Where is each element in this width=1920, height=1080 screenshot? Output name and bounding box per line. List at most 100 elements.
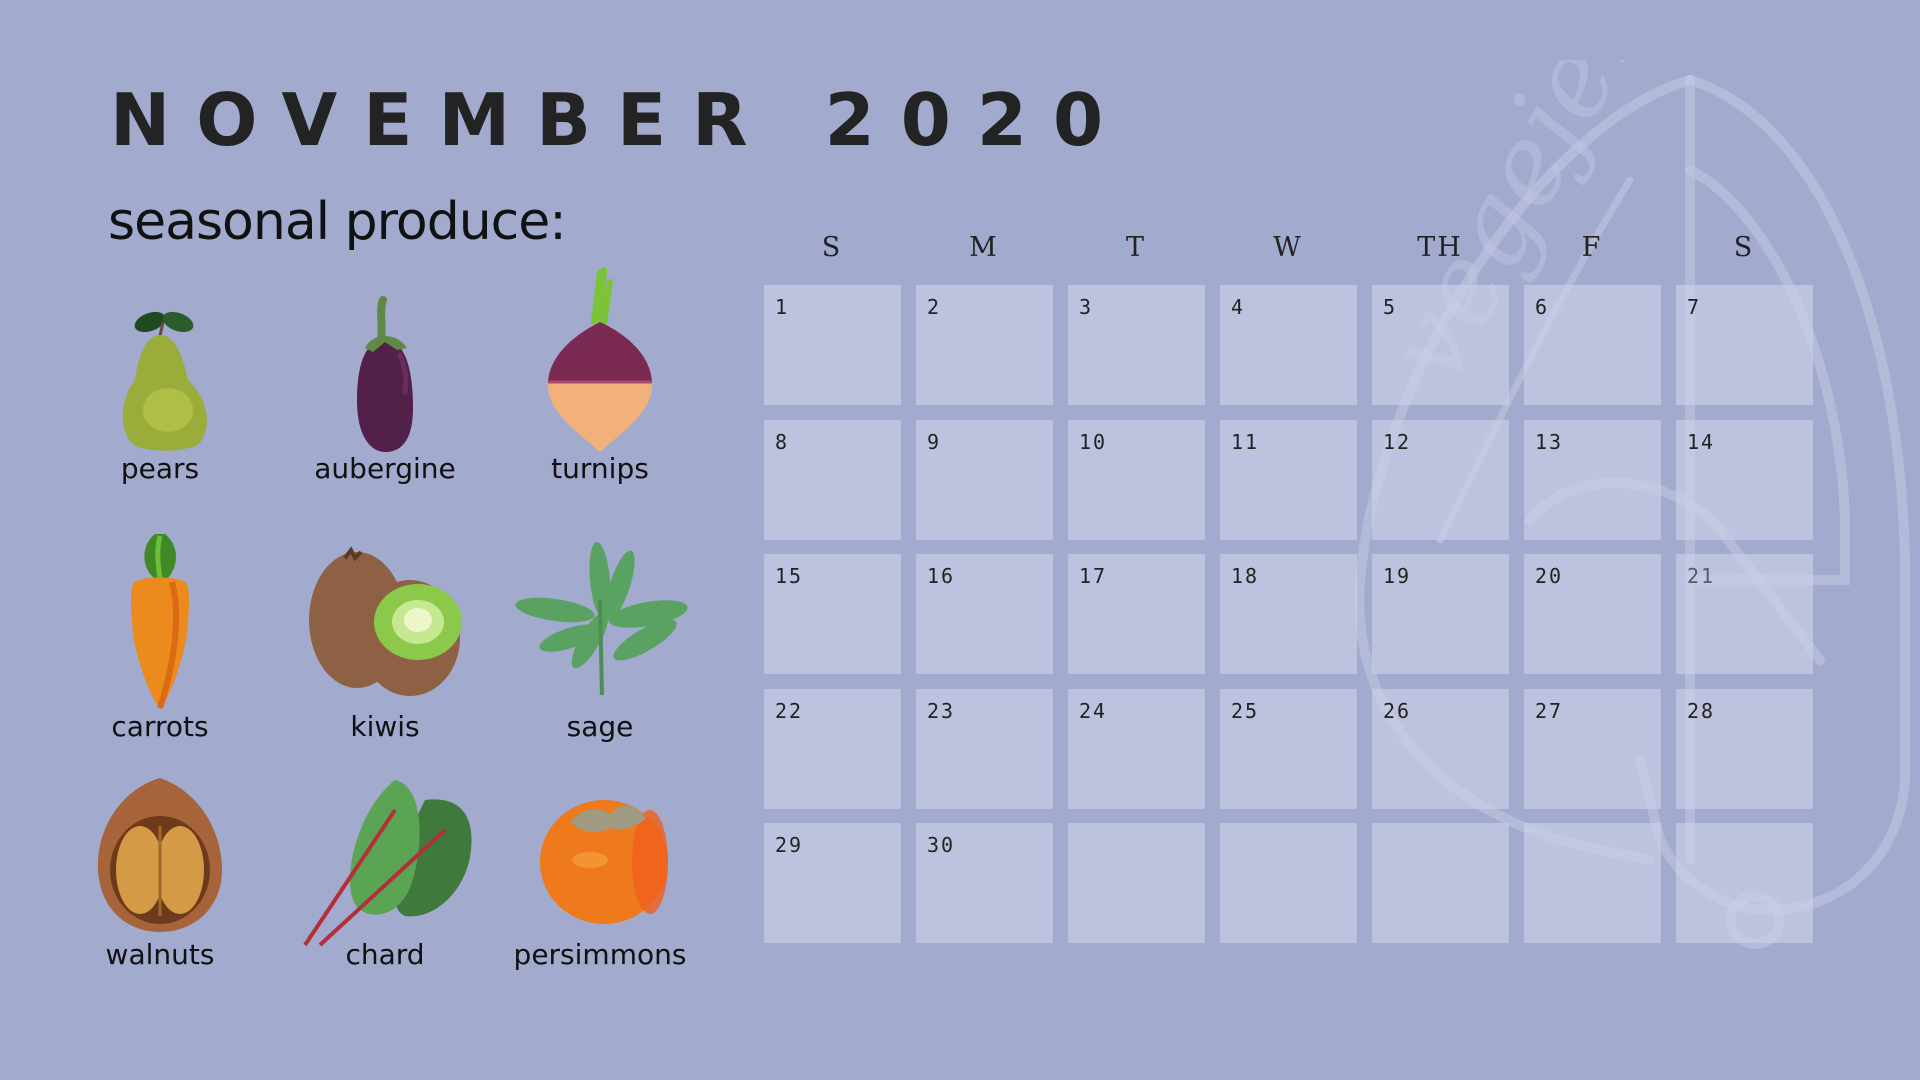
produce-label: carrots: [111, 710, 209, 743]
calendar-day-cell: 3: [1068, 285, 1205, 405]
produce-label: sage: [566, 710, 634, 743]
calendar-day-cell: 18: [1220, 554, 1357, 674]
produce-label: pears: [120, 452, 200, 485]
calendar-day-cell: 10: [1068, 420, 1205, 540]
calendar-day-cell: 30: [916, 823, 1053, 943]
calendar-day-cell: 27: [1524, 689, 1661, 809]
produce-label: walnuts: [105, 938, 215, 971]
produce-label: turnips: [551, 452, 649, 485]
weekday-wednesday: W: [1273, 232, 1303, 263]
calendar-day-cell: 13: [1524, 420, 1661, 540]
calendar-day-cell: 24: [1068, 689, 1205, 809]
calendar-day-cell: 8: [764, 420, 901, 540]
calendar-day-cell: 17: [1068, 554, 1205, 674]
produce-label: kiwis: [350, 710, 420, 743]
produce-item-chard: chard: [285, 770, 485, 990]
turnip-icon: [547, 267, 653, 452]
calendar-day-number: 8: [775, 430, 790, 454]
walnut-icon: [97, 778, 222, 932]
persimmon-icon: [540, 800, 668, 924]
calendar-day-number: 30: [927, 833, 956, 857]
calendar-day-cell: 7: [1676, 285, 1813, 405]
calendar-day-cell: 29: [764, 823, 901, 943]
produce-item-persimmons: persimmons: [500, 770, 700, 990]
calendar-day-cell: 11: [1220, 420, 1357, 540]
calendar-day-number: 1: [775, 295, 790, 319]
calendar-day-cell: 12: [1372, 420, 1509, 540]
calendar-day-number: 24: [1079, 699, 1108, 723]
calendar-day-cell: 21: [1676, 554, 1813, 674]
calendar-day-number: 28: [1687, 699, 1716, 723]
calendar-day-cell: 6: [1524, 285, 1661, 405]
calendar-empty-cell: [1676, 823, 1813, 943]
calendar-day-number: 23: [927, 699, 956, 723]
calendar-day-number: 17: [1079, 564, 1108, 588]
calendar-day-cell: 22: [764, 689, 901, 809]
calendar-day-cell: 2: [916, 285, 1053, 405]
produce-label: chard: [345, 938, 425, 971]
weekday-thursday: TH: [1417, 232, 1463, 263]
produce-heading: seasonal produce:: [108, 192, 567, 252]
weekday-tuesday: T: [1125, 232, 1146, 263]
calendar-day-cell: 20: [1524, 554, 1661, 674]
calendar-day-number: 20: [1535, 564, 1564, 588]
weekday-saturday: S: [1733, 232, 1755, 263]
produce-item-kiwis: kiwis: [285, 530, 485, 750]
weekday-monday: M: [969, 232, 999, 263]
chard-icon: [303, 780, 472, 947]
produce-item-turnips: turnips: [500, 262, 700, 485]
carrot-icon: [131, 534, 189, 709]
pear-icon: [122, 311, 207, 451]
calendar-day-number: 4: [1231, 295, 1246, 319]
calendar-day-cell: 16: [916, 554, 1053, 674]
calendar-day-cell: 15: [764, 554, 901, 674]
calendar-empty-cell: [1220, 823, 1357, 943]
produce-label: aubergine: [314, 452, 456, 485]
calendar-day-number: 7: [1687, 295, 1702, 319]
produce-label: persimmons: [513, 938, 687, 971]
calendar-day-cell: 1: [764, 285, 901, 405]
calendar-day-number: 16: [927, 564, 956, 588]
calendar-day-cell: 14: [1676, 420, 1813, 540]
calendar-day-cell: 4: [1220, 285, 1357, 405]
produce-item-aubergine: aubergine: [285, 280, 485, 500]
calendar-day-number: 27: [1535, 699, 1564, 723]
calendar-day-number: 6: [1535, 295, 1550, 319]
calendar-day-cell: 5: [1372, 285, 1509, 405]
calendar-day-number: 3: [1079, 295, 1094, 319]
calendar-day-number: 12: [1383, 430, 1412, 454]
calendar-day-number: 13: [1535, 430, 1564, 454]
calendar-day-cell: 9: [916, 420, 1053, 540]
calendar-day-number: 19: [1383, 564, 1412, 588]
calendar-empty-cell: [1068, 823, 1205, 943]
produce-item-pears: pears: [60, 280, 260, 500]
calendar-day-number: 18: [1231, 564, 1260, 588]
calendar-day-number: 2: [927, 295, 942, 319]
sage-icon: [515, 542, 688, 696]
kiwi-icon: [309, 546, 462, 696]
calendar-day-cell: 28: [1676, 689, 1813, 809]
produce-item-carrots: carrots: [60, 530, 260, 750]
calendar-empty-cell: [1372, 823, 1509, 943]
aubergine-icon: [357, 296, 413, 452]
calendar-day-number: 5: [1383, 295, 1398, 319]
page-title: NOVEMBER 2020: [110, 78, 1130, 162]
calendar-empty-cell: [1524, 823, 1661, 943]
calendar-day-number: 14: [1687, 430, 1716, 454]
weekday-sunday: S: [821, 232, 843, 263]
produce-item-sage: sage: [500, 530, 700, 750]
calendar-day-number: 15: [775, 564, 804, 588]
calendar-day-number: 25: [1231, 699, 1260, 723]
calendar-day-number: 9: [927, 430, 942, 454]
weekday-friday: F: [1581, 232, 1603, 263]
calendar-day-number: 11: [1231, 430, 1260, 454]
calendar-day-cell: 23: [916, 689, 1053, 809]
produce-item-walnuts: walnuts: [60, 770, 260, 990]
calendar-day-number: 22: [775, 699, 804, 723]
calendar-day-number: 26: [1383, 699, 1412, 723]
calendar-day-cell: 25: [1220, 689, 1357, 809]
calendar-day-cell: 19: [1372, 554, 1509, 674]
calendar-day-cell: 26: [1372, 689, 1509, 809]
calendar-day-number: 29: [775, 833, 804, 857]
calendar-day-number: 10: [1079, 430, 1108, 454]
